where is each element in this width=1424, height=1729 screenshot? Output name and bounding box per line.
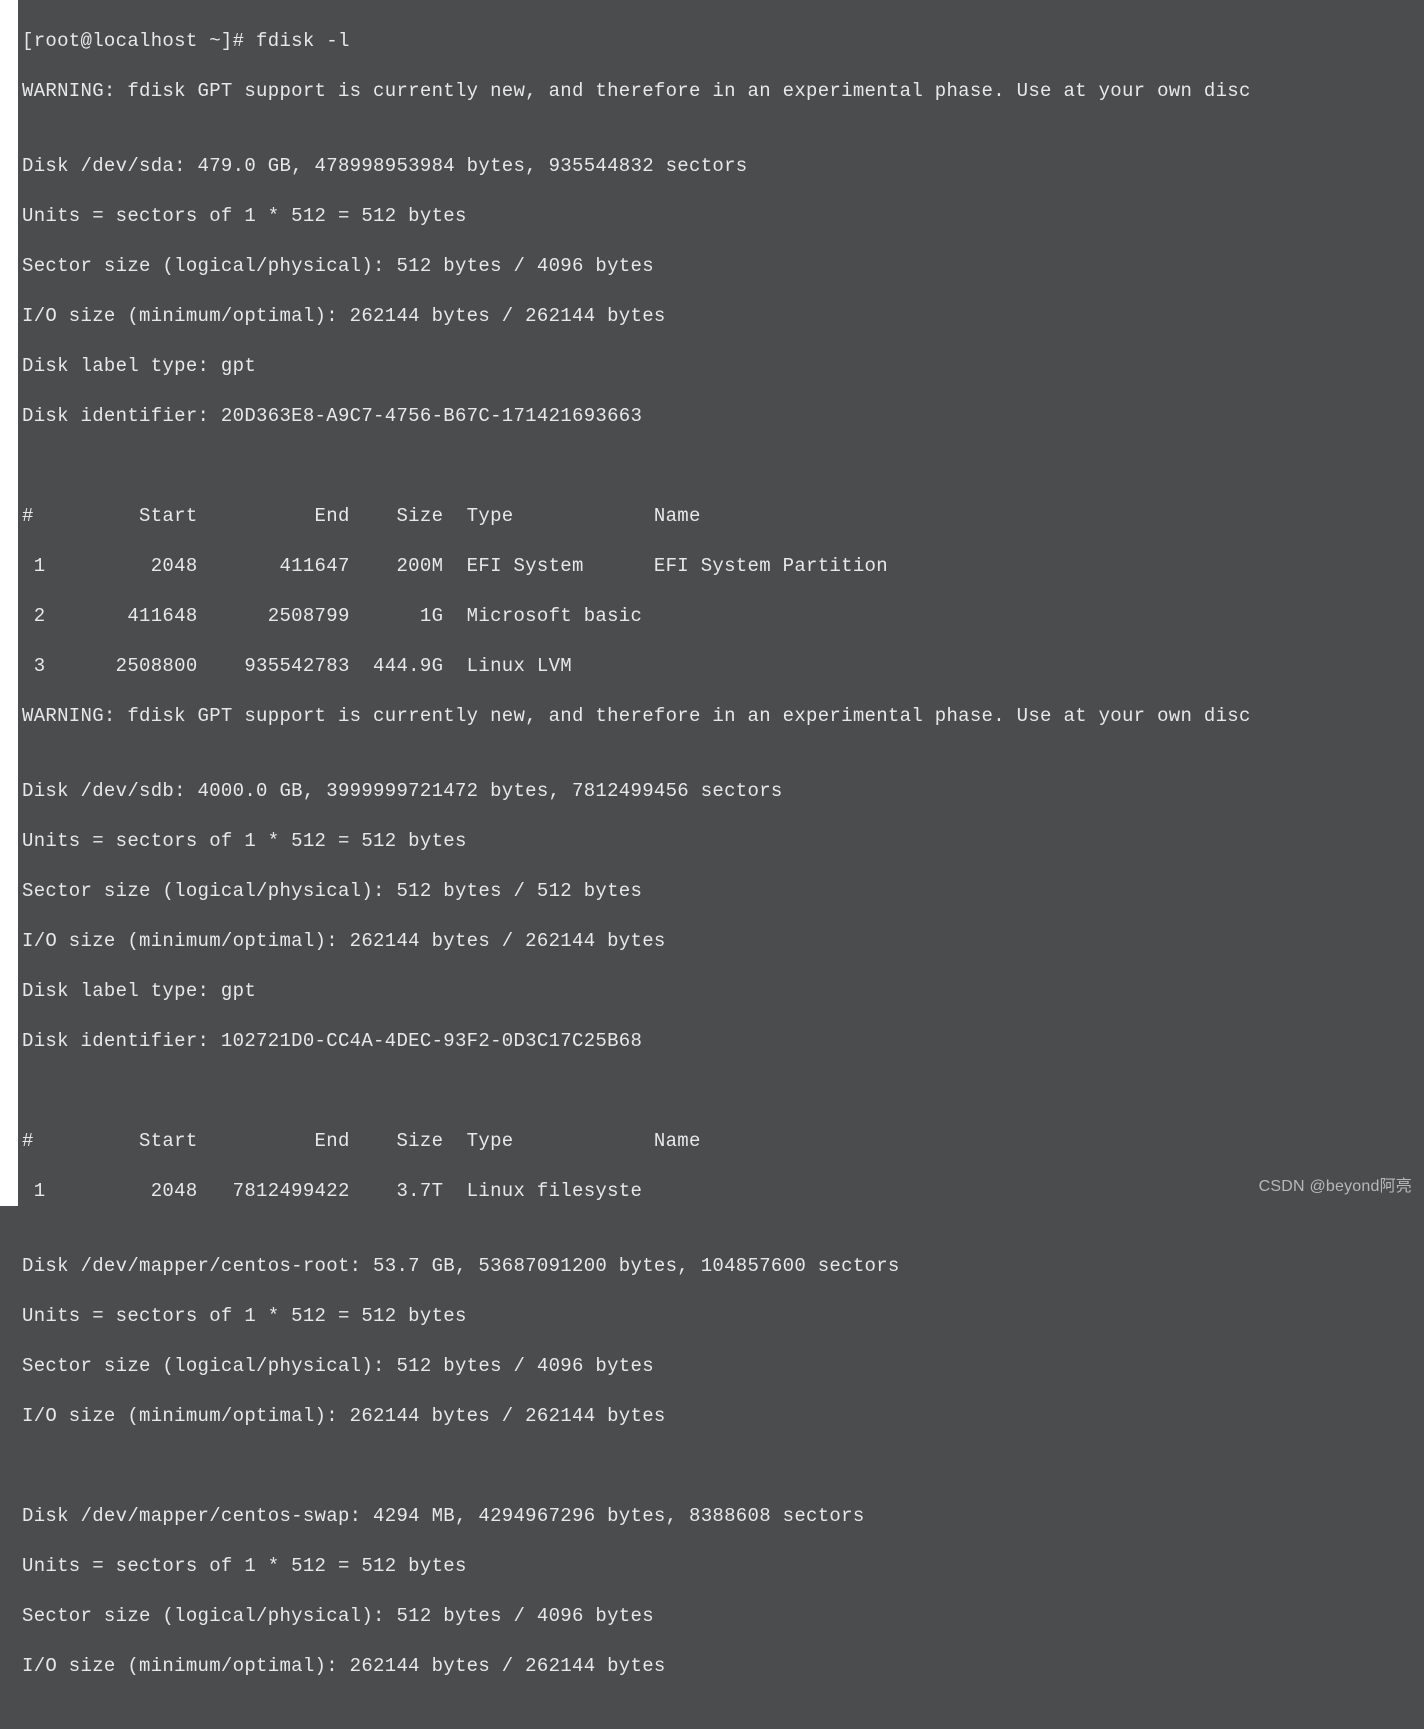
warning-line: WARNING: fdisk GPT support is currently …: [22, 704, 1424, 729]
partition-table-header: # Start End Size Type Name: [22, 504, 1424, 529]
disk-sda-units: Units = sectors of 1 * 512 = 512 bytes: [22, 204, 1424, 229]
disk-centos-root-io-size: I/O size (minimum/optimal): 262144 bytes…: [22, 1404, 1424, 1429]
disk-centos-swap-header: Disk /dev/mapper/centos-swap: 4294 MB, 4…: [22, 1504, 1424, 1529]
warning-line: WARNING: fdisk GPT support is currently …: [22, 79, 1424, 104]
disk-centos-root-units: Units = sectors of 1 * 512 = 512 bytes: [22, 1304, 1424, 1329]
left-gutter: [0, 0, 18, 1206]
disk-sdb-header: Disk /dev/sdb: 4000.0 GB, 3999999721472 …: [22, 779, 1424, 804]
disk-sdb-io-size: I/O size (minimum/optimal): 262144 bytes…: [22, 929, 1424, 954]
disk-sda-io-size: I/O size (minimum/optimal): 262144 bytes…: [22, 304, 1424, 329]
partition-row: 1 2048 7812499422 3.7T Linux filesyste: [22, 1179, 1424, 1204]
disk-centos-swap-sector-size: Sector size (logical/physical): 512 byte…: [22, 1604, 1424, 1629]
command-prompt-line: [root@localhost ~]# fdisk -l: [22, 29, 1424, 54]
partition-table-header: # Start End Size Type Name: [22, 1129, 1424, 1154]
disk-sda-header: Disk /dev/sda: 479.0 GB, 478998953984 by…: [22, 154, 1424, 179]
disk-sda-sector-size: Sector size (logical/physical): 512 byte…: [22, 254, 1424, 279]
disk-sdb-label: Disk label type: gpt: [22, 979, 1424, 1004]
disk-sdb-identifier: Disk identifier: 102721D0-CC4A-4DEC-93F2…: [22, 1029, 1424, 1054]
partition-row: 2 411648 2508799 1G Microsoft basic: [22, 604, 1424, 629]
watermark-text: CSDN @beyond阿亮: [1259, 1172, 1412, 1196]
partition-row: 3 2508800 935542783 444.9G Linux LVM: [22, 654, 1424, 679]
partition-row: 1 2048 411647 200M EFI System EFI System…: [22, 554, 1424, 579]
disk-centos-swap-io-size: I/O size (minimum/optimal): 262144 bytes…: [22, 1654, 1424, 1679]
disk-centos-root-header: Disk /dev/mapper/centos-root: 53.7 GB, 5…: [22, 1254, 1424, 1279]
disk-centos-root-sector-size: Sector size (logical/physical): 512 byte…: [22, 1354, 1424, 1379]
disk-sda-label: Disk label type: gpt: [22, 354, 1424, 379]
disk-centos-swap-units: Units = sectors of 1 * 512 = 512 bytes: [22, 1554, 1424, 1579]
disk-sdb-sector-size: Sector size (logical/physical): 512 byte…: [22, 879, 1424, 904]
disk-sdb-units: Units = sectors of 1 * 512 = 512 bytes: [22, 829, 1424, 854]
disk-sda-identifier: Disk identifier: 20D363E8-A9C7-4756-B67C…: [22, 404, 1424, 429]
terminal-output[interactable]: [root@localhost ~]# fdisk -l WARNING: fd…: [0, 0, 1424, 1206]
